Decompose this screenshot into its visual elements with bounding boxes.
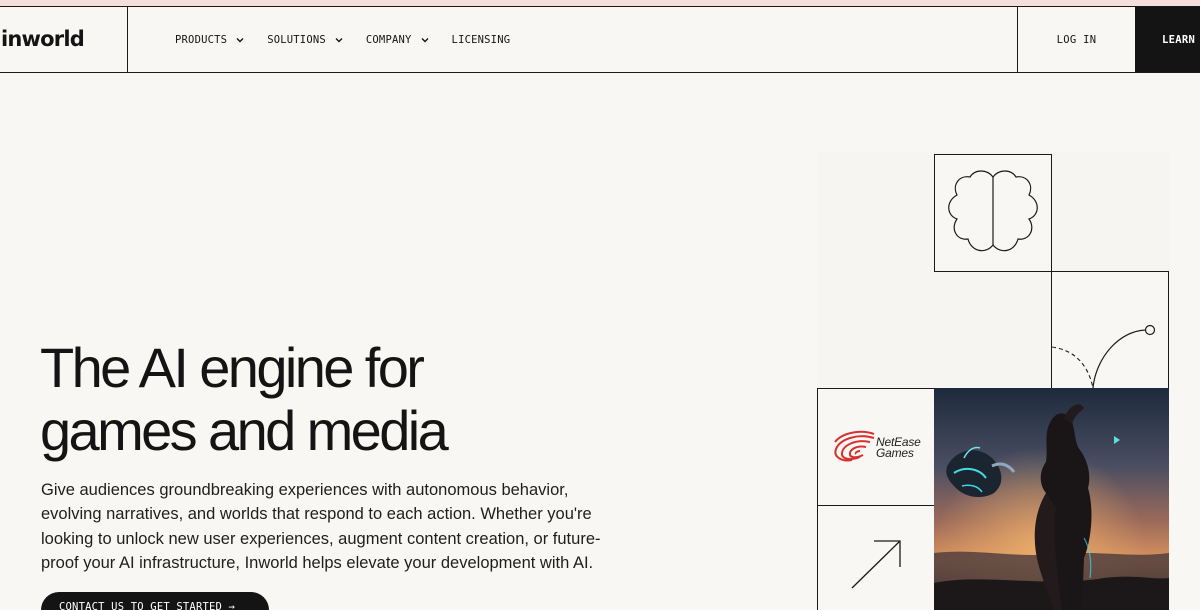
brand-logo-text: inworld <box>1 27 85 51</box>
login-label: LOG IN <box>1056 33 1097 46</box>
learn-button[interactable]: LEARN <box>1135 7 1200 72</box>
partner-name-line-2: Games <box>876 446 914 460</box>
arrow-up-right-icon <box>851 540 901 589</box>
nav-item-licensing[interactable]: LICENSING <box>452 34 511 46</box>
netease-logo-icon <box>834 430 875 462</box>
brain-icon <box>948 170 1038 252</box>
hero-title: The AI engine for games and media <box>40 336 600 462</box>
nav-item-label: PRODUCTS <box>175 33 228 46</box>
main-nav: PRODUCTS SOLUTIONS COMPANY LICENSING <box>175 7 533 72</box>
curve-tile <box>1051 271 1169 389</box>
chevron-down-icon <box>421 37 429 42</box>
nav-item-products[interactable]: PRODUCTS <box>175 34 244 46</box>
brand-logo[interactable]: inworld <box>0 7 128 72</box>
brain-tile <box>934 154 1052 272</box>
top-navbar: inworld PRODUCTS SOLUTIONS COMPANY LICEN… <box>0 6 1200 73</box>
nav-item-label: COMPANY <box>365 33 412 46</box>
partner-name: NetEase Games <box>876 436 921 460</box>
game-scene-image <box>934 388 1169 610</box>
login-button[interactable]: LOG IN <box>1017 7 1135 72</box>
arrow-tile[interactable] <box>817 505 935 610</box>
curve-path-icon <box>1052 324 1156 388</box>
nav-item-company[interactable]: COMPANY <box>366 34 429 46</box>
nav-item-solutions[interactable]: SOLUTIONS <box>267 34 343 46</box>
contact-cta-button[interactable]: CONTACT US TO GET STARTED → <box>41 592 269 610</box>
learn-label: LEARN <box>1162 33 1196 46</box>
nav-item-label: LICENSING <box>451 33 511 46</box>
hero-description: Give audiences groundbreaking experience… <box>41 481 601 572</box>
hero-title-line-1: The AI engine for <box>40 336 425 399</box>
hero-title-line-2: games and media <box>40 399 449 462</box>
chevron-down-icon <box>335 37 343 42</box>
nav-item-label: SOLUTIONS <box>267 33 326 46</box>
contact-cta-label: CONTACT US TO GET STARTED → <box>59 601 236 610</box>
chevron-down-icon <box>236 37 244 42</box>
